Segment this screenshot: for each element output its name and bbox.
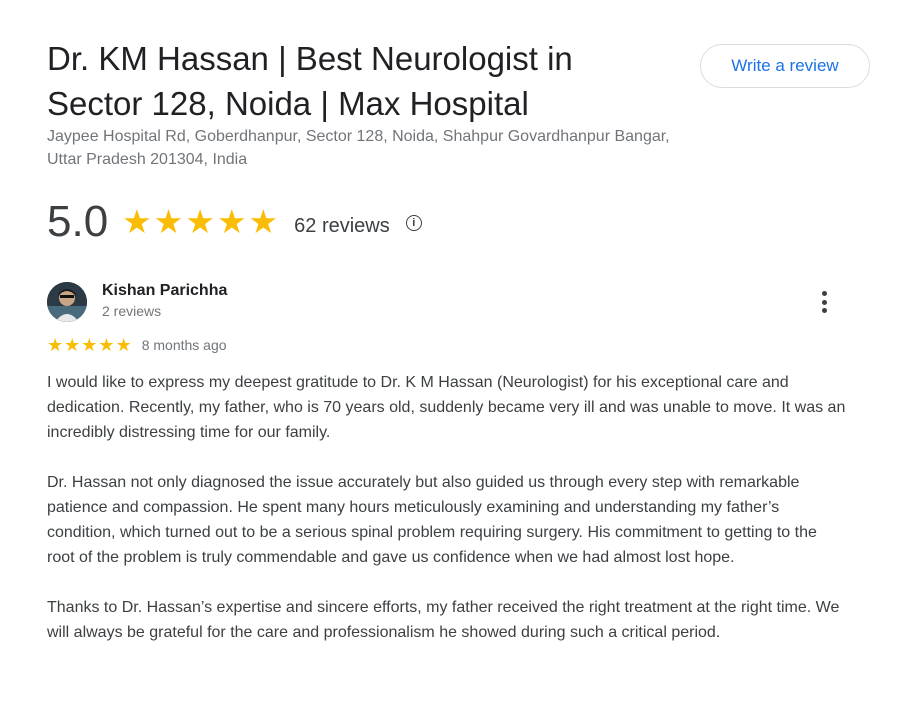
- review-text: I would like to express my deepest grati…: [47, 370, 847, 670]
- business-address: Jaypee Hospital Rd, Goberdhanpur, Sector…: [47, 128, 670, 168]
- star-icon: ★: [122, 203, 152, 240]
- review-page: Dr. KM Hassan | Best Neurologist in Sect…: [0, 0, 912, 712]
- review-paragraph: Thanks to Dr. Hassan’s expertise and sin…: [47, 599, 840, 641]
- star-icon: ★: [81, 335, 98, 355]
- reviewer-review-count: 2 reviews: [102, 303, 162, 319]
- star-icon: ★: [115, 335, 132, 355]
- star-icon: ★: [185, 203, 215, 240]
- review-paragraph: Dr. Hassan not only diagnosed the issue …: [47, 474, 817, 566]
- star-icon: ★: [248, 203, 279, 240]
- avatar-image: [47, 282, 87, 322]
- reviewer-name[interactable]: Kishan Parichha: [102, 282, 227, 300]
- write-review-button[interactable]: Write a review: [700, 44, 870, 88]
- info-icon[interactable]: i: [405, 215, 422, 231]
- review-stars: ★ ★ ★ ★ ★: [47, 335, 132, 355]
- star-icon: ★: [216, 203, 247, 240]
- page-title: Dr. KM Hassan | Best Neurologist in Sect…: [47, 40, 573, 122]
- star-icon: ★: [153, 203, 184, 240]
- rating-value: 5.0: [47, 197, 109, 246]
- rating-summary: 5.0 ★ ★ ★ ★ ★ 62 reviews i: [47, 194, 422, 250]
- star-icon: ★: [47, 335, 64, 355]
- review-count: 62 reviews: [294, 214, 390, 237]
- review-paragraph: I would like to express my deepest grati…: [47, 374, 846, 441]
- more-options-icon[interactable]: [812, 288, 836, 316]
- review-date: 8 months ago: [141, 337, 227, 353]
- more-dot: [821, 308, 827, 313]
- rating-stars: ★ ★ ★ ★ ★: [122, 204, 278, 240]
- more-dot: [821, 291, 827, 296]
- star-icon: ★: [98, 335, 115, 355]
- more-dot: [821, 299, 827, 305]
- avatar[interactable]: [47, 282, 87, 322]
- review-meta: ★ ★ ★ ★ ★ 8 months ago: [47, 335, 227, 355]
- star-icon: ★: [64, 335, 81, 355]
